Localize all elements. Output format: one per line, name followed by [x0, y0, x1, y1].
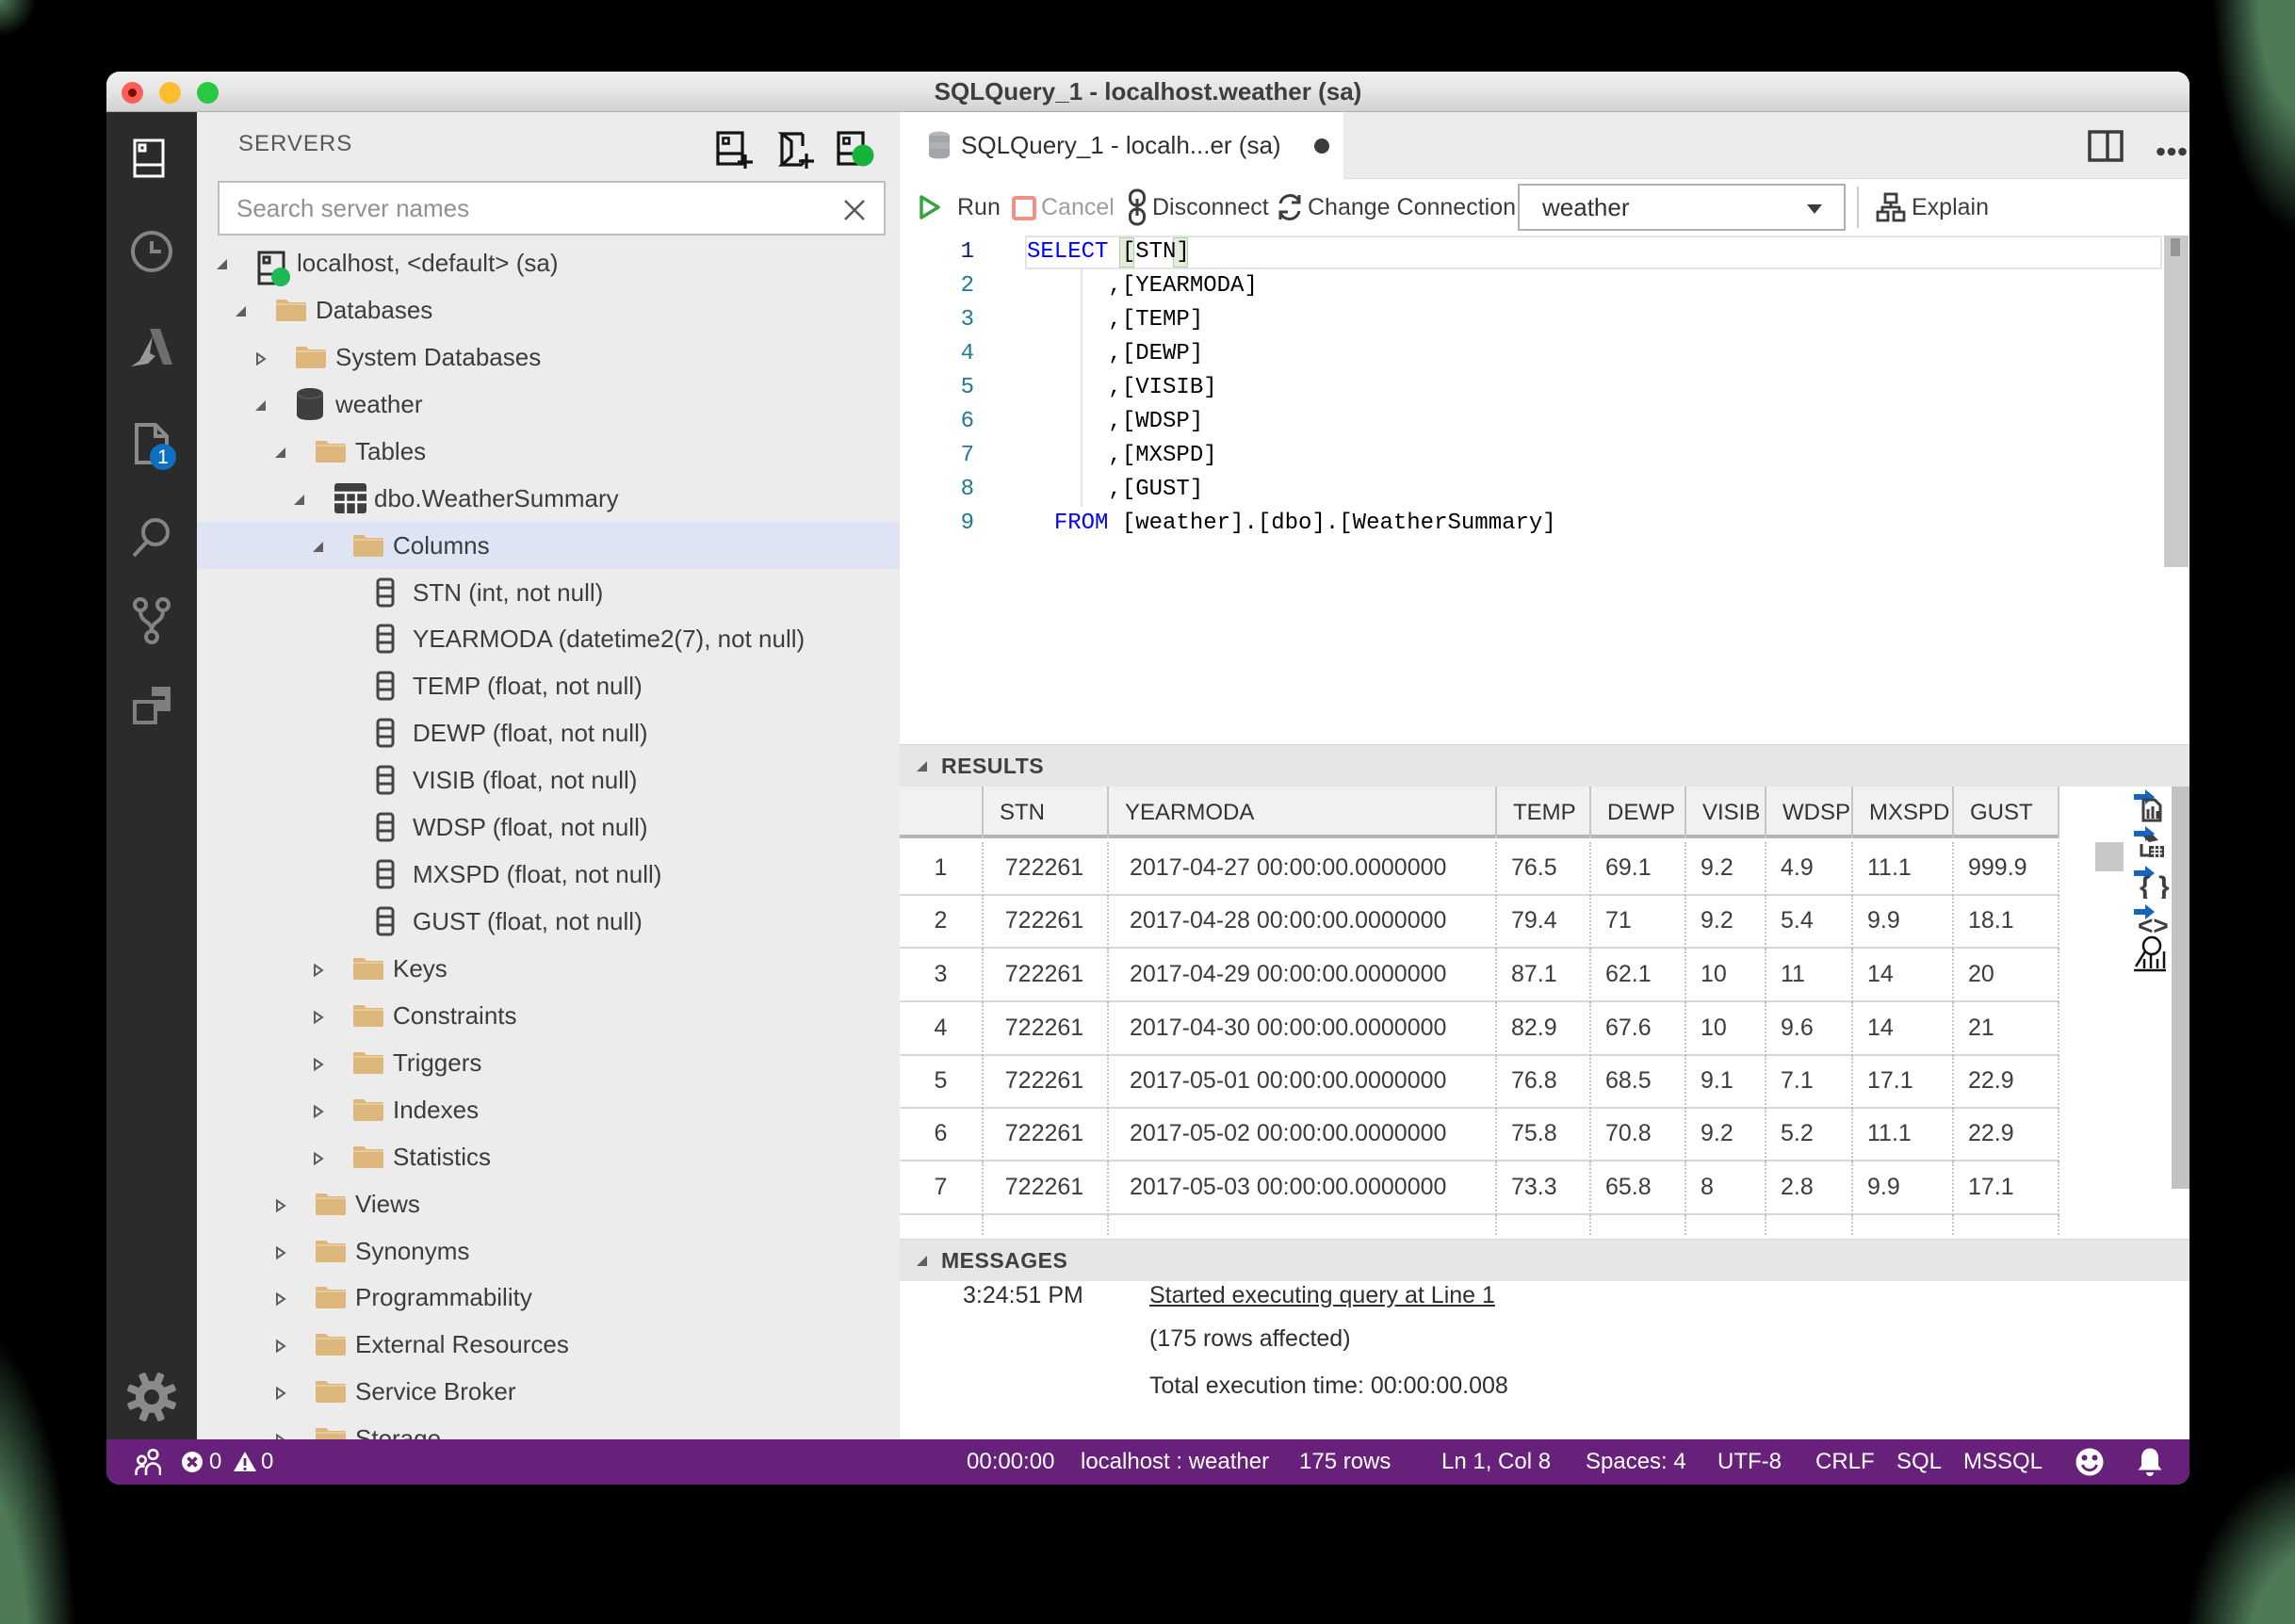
svg-text:<>: <> [2138, 911, 2169, 937]
svg-text:{ }: { } [2140, 871, 2170, 899]
svg-text:1: 1 [157, 447, 169, 468]
